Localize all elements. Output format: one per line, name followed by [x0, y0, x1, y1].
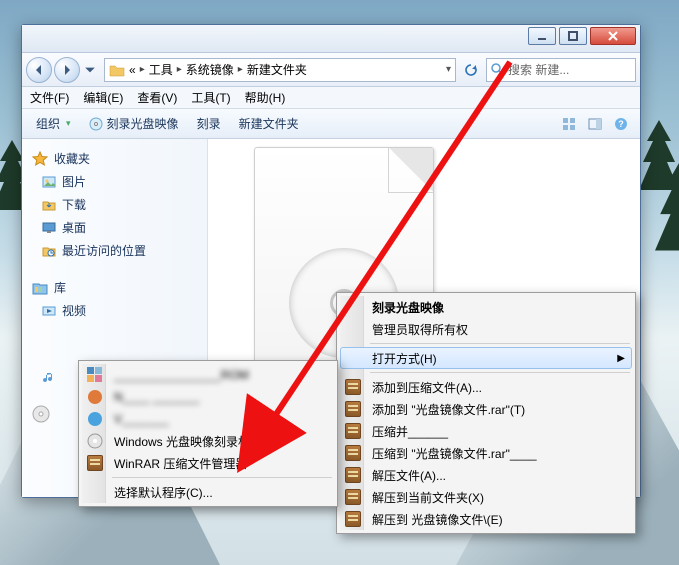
- ctx-rar-addto[interactable]: 添加到 "光盘镜像文件.rar"(T): [340, 398, 632, 420]
- openwith-winrar[interactable]: WinRAR 压缩文件管理器: [82, 452, 334, 474]
- menu-file[interactable]: 文件(F): [30, 89, 69, 106]
- app-icon: [87, 389, 103, 405]
- titlebar: [22, 25, 640, 53]
- preview-pane-button[interactable]: [584, 113, 606, 135]
- libraries-label: 库: [54, 279, 66, 296]
- new-folder-button[interactable]: 新建文件夹: [233, 112, 305, 135]
- openwith-choose-default[interactable]: 选择默认程序(C)...: [82, 481, 334, 503]
- openwith-windows-burner[interactable]: Windows 光盘映像刻录机: [82, 430, 334, 452]
- app-icon: [87, 367, 103, 383]
- rar-icon: [345, 511, 361, 527]
- back-button[interactable]: [26, 57, 52, 83]
- music-icon: [42, 371, 56, 385]
- cd-icon: [32, 405, 50, 423]
- help-button[interactable]: ?: [610, 113, 632, 135]
- ctx-open-with[interactable]: 打开方式(H)▶: [340, 347, 632, 369]
- context-menu-openwith: ________________ROM N____ _______ V_____…: [78, 360, 338, 507]
- rar-icon: [345, 467, 361, 483]
- crumb-item[interactable]: 工具: [149, 61, 173, 78]
- toolbar: 组织 刻录光盘映像 刻录 新建文件夹 ?: [22, 109, 640, 139]
- menu-help[interactable]: 帮助(H): [245, 89, 286, 106]
- ctx-rar-extract[interactable]: 解压文件(A)...: [340, 464, 632, 486]
- favorites-header[interactable]: 收藏夹: [28, 147, 201, 170]
- crumb-item[interactable]: 系统镜像: [186, 61, 234, 78]
- disc-icon: [87, 433, 103, 449]
- ctx-burn-image[interactable]: 刻录光盘映像: [340, 296, 632, 318]
- crumb-item[interactable]: 新建文件夹: [247, 61, 307, 78]
- ctx-rar-extract-here[interactable]: 解压到当前文件夹(X): [340, 486, 632, 508]
- openwith-app-0[interactable]: ________________ROM: [82, 364, 334, 386]
- ctx-rar-add[interactable]: 添加到压缩文件(A)...: [340, 376, 632, 398]
- context-menu-main: 刻录光盘映像 管理员取得所有权 打开方式(H)▶ 添加到压缩文件(A)... 添…: [336, 292, 636, 534]
- maximize-button[interactable]: [559, 27, 587, 45]
- ctx-rar-extract-to[interactable]: 解压到 光盘镜像文件\(E): [340, 508, 632, 530]
- rar-icon: [345, 401, 361, 417]
- menu-view[interactable]: 查看(V): [137, 89, 177, 106]
- refresh-button[interactable]: [460, 59, 482, 81]
- submenu-arrow-icon: ▶: [617, 353, 625, 364]
- library-icon: [32, 280, 48, 296]
- menu-tools[interactable]: 工具(T): [191, 89, 230, 106]
- breadcrumb[interactable]: « ▸ 工具 ▸ 系统镜像 ▸ 新建文件夹: [129, 61, 307, 78]
- search-box[interactable]: 搜索 新建...: [486, 58, 636, 82]
- menu-edit[interactable]: 编辑(E): [83, 89, 123, 106]
- close-button[interactable]: [590, 27, 636, 45]
- star-icon: [32, 151, 48, 167]
- pictures-icon: [42, 175, 56, 189]
- rar-icon: [345, 445, 361, 461]
- address-bar[interactable]: « ▸ 工具 ▸ 系统镜像 ▸ 新建文件夹 ▾: [104, 58, 456, 82]
- app-icon: [87, 411, 103, 427]
- favorites-label: 收藏夹: [54, 150, 90, 167]
- sidebar-item-desktop[interactable]: 桌面: [28, 216, 201, 239]
- forward-button[interactable]: [54, 57, 80, 83]
- desktop-icon: [42, 221, 56, 235]
- disc-icon: [89, 117, 103, 131]
- sidebar-item-downloads[interactable]: 下载: [28, 193, 201, 216]
- ctx-rar-compressto[interactable]: 压缩到 "光盘镜像文件.rar"____: [340, 442, 632, 464]
- svg-text:?: ?: [618, 119, 624, 129]
- sidebar-item-videos[interactable]: 视频: [28, 299, 201, 322]
- rar-icon: [87, 455, 103, 471]
- rar-icon: [345, 379, 361, 395]
- burn-button[interactable]: 刻录: [191, 112, 227, 135]
- openwith-app-1[interactable]: N____ _______: [82, 386, 334, 408]
- search-placeholder: 搜索 新建...: [508, 61, 569, 78]
- burn-image-button[interactable]: 刻录光盘映像: [83, 112, 185, 135]
- history-dropdown[interactable]: [82, 57, 98, 83]
- recent-icon: [42, 244, 56, 258]
- minimize-button[interactable]: [528, 27, 556, 45]
- crumb-sep: «: [129, 63, 136, 77]
- sidebar-item-recent[interactable]: 最近访问的位置: [28, 239, 201, 262]
- libraries-header[interactable]: 库: [28, 276, 201, 299]
- sidebar-item-pictures[interactable]: 图片: [28, 170, 201, 193]
- crumb-arrow: ▸: [140, 64, 145, 75]
- menu-bar: 文件(F) 编辑(E) 查看(V) 工具(T) 帮助(H): [22, 87, 640, 109]
- crumb-dropdown[interactable]: ▾: [446, 64, 451, 75]
- nav-bar: « ▸ 工具 ▸ 系统镜像 ▸ 新建文件夹 ▾ 搜索 新建...: [22, 53, 640, 87]
- rar-icon: [345, 423, 361, 439]
- video-icon: [42, 304, 56, 318]
- download-icon: [42, 198, 56, 212]
- view-mode-button[interactable]: [558, 113, 580, 135]
- organize-button[interactable]: 组织: [30, 112, 77, 135]
- ctx-rar-compress[interactable]: 压缩并______: [340, 420, 632, 442]
- ctx-admin-ownership[interactable]: 管理员取得所有权: [340, 318, 632, 340]
- rar-icon: [345, 489, 361, 505]
- openwith-app-2[interactable]: V_______: [82, 408, 334, 430]
